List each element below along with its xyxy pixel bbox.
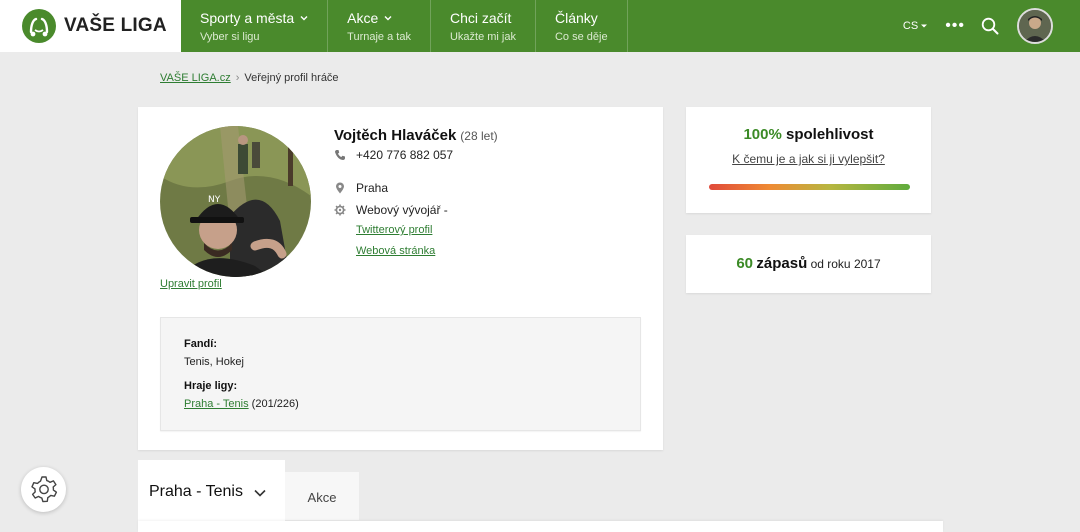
nav-item-subtitle: Ukažte mi jak — [449, 31, 516, 43]
league-link[interactable]: Praha - Tenis — [184, 398, 249, 410]
chevron-down-icon — [254, 489, 266, 497]
leagues-label: Hraje ligy: — [184, 380, 238, 392]
breadcrumb-separator: › — [235, 72, 240, 84]
tab-content-panel — [138, 521, 943, 532]
website-link[interactable]: Webová stránka — [356, 245, 435, 257]
fans-box: Fandí: Tenis, Hokej Hraje ligy: Praha - … — [160, 317, 641, 431]
more-menu-button[interactable]: ••• — [945, 17, 965, 35]
nav-item-label: Články — [554, 10, 598, 26]
phone-icon — [335, 150, 345, 160]
reliability-info-link[interactable]: K čemu je a jak si ji vylepšit? — [686, 152, 931, 166]
nav-item-label: Akce — [347, 10, 379, 26]
tab-events-label: Akce — [307, 490, 337, 505]
search-icon[interactable] — [981, 17, 999, 35]
reliability-label: spolehlivost — [786, 126, 874, 143]
player-age: (28 let) — [460, 129, 498, 143]
nav-item-subtitle: Turnaje a tak — [347, 31, 411, 43]
breadcrumb-current: Veřejný profil hráče — [244, 72, 339, 84]
profile-photo: NY — [160, 126, 311, 277]
caret-down-icon — [921, 24, 928, 28]
brand-name: VAŠE LIGA — [64, 15, 167, 36]
league-rank: (201/226) — [251, 398, 299, 410]
language-label: CS — [902, 20, 919, 32]
svg-text:NY: NY — [208, 195, 221, 205]
nav-item-events[interactable]: Akce Turnaje a tak — [328, 0, 431, 52]
header-tools: CS ••• — [903, 0, 1080, 52]
job-text: Webový vývojář - — [356, 203, 448, 217]
league-row: Praha - Tenis (201/226) — [184, 398, 299, 410]
matches-count: 60 — [736, 255, 754, 272]
breadcrumb: VAŠE LIGA.cz › Veřejný profil hráče — [160, 72, 339, 84]
top-navbar: VAŠE LIGA Sporty a města Vyber si ligu A… — [0, 0, 1080, 52]
location-pin-icon — [336, 182, 344, 194]
nav-item-label: Chci začít — [449, 10, 512, 26]
reliability-bar — [709, 184, 910, 190]
nav-item-get-started[interactable]: Chci začít Ukažte mi jak — [431, 0, 536, 52]
reliability-percent: 100% — [743, 126, 782, 143]
edit-profile-link[interactable]: Upravit profil — [160, 278, 222, 290]
nav-item-articles[interactable]: Články Co se děje — [536, 0, 628, 52]
chevron-down-icon — [384, 16, 392, 21]
nav-item-subtitle: Vyber si ligu — [200, 31, 260, 43]
job-row: Webový vývojář - — [334, 203, 448, 217]
city-text: Praha — [356, 181, 389, 195]
nav-item-label: Sporty a města — [200, 10, 295, 26]
logo-icon — [22, 9, 56, 43]
gear-icon — [30, 475, 57, 502]
phone-number: +420 776 882 057 — [356, 148, 454, 162]
matches-word: zápasů — [756, 255, 808, 272]
phone-row: +420 776 882 057 — [334, 148, 453, 162]
reliability-card: 100% spolehlivost K čemu je a jak si ji … — [686, 107, 931, 213]
user-avatar[interactable] — [1017, 8, 1053, 44]
player-name: Vojtěch Hlaváček (28 let) — [334, 127, 498, 144]
breadcrumb-home-link[interactable]: VAŠE LIGA.cz — [160, 72, 231, 84]
twitter-profile-link[interactable]: Twitterový profil — [356, 224, 432, 236]
tab-events[interactable]: Akce — [285, 472, 359, 520]
matches-card: 60 zápasů od roku 2017 — [686, 235, 931, 293]
nav-item-subtitle: Co se děje — [554, 31, 608, 43]
fans-value: Tenis, Hokej — [184, 356, 244, 368]
settings-button[interactable] — [21, 467, 66, 512]
nav-item-sports[interactable]: Sporty a města Vyber si ligu — [181, 0, 329, 52]
gear-icon — [334, 204, 346, 216]
fans-label: Fandí: — [184, 338, 217, 350]
reliability-title: 100% spolehlivost — [686, 126, 931, 143]
profile-card: NY Upravit profil Vojtěch Hlaváček (28 le… — [138, 107, 663, 450]
language-selector[interactable]: CS — [902, 20, 928, 32]
player-name-text: Vojtěch Hlaváček — [334, 127, 457, 144]
brand-logo[interactable]: VAŠE LIGA — [0, 0, 181, 52]
matches-since: od roku 2017 — [810, 257, 881, 271]
chevron-down-icon — [300, 16, 308, 21]
city-row: Praha — [334, 181, 388, 195]
